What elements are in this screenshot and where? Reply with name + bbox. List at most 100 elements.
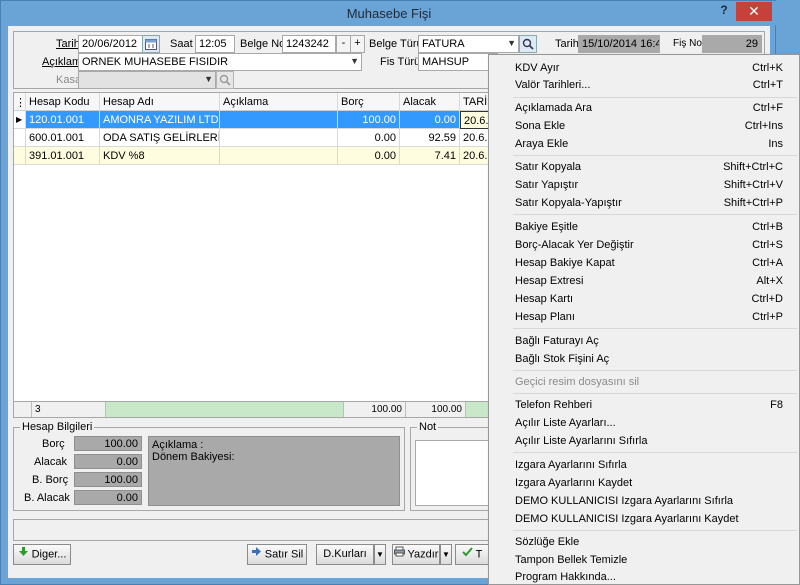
tamam-button[interactable]: T xyxy=(455,544,489,565)
diger-button[interactable]: Diger... xyxy=(13,544,71,565)
menu-item-satir-kopyala-yapistir[interactable]: Satır Kopyala-Yapıştır Shift+Ctrl+P xyxy=(489,194,799,211)
aciklama-select[interactable]: ORNEK MUHASEBE FISIDIR ▼ xyxy=(78,53,362,71)
menu-item-satir-kopyala[interactable]: Satır Kopyala Shift+Ctrl+C xyxy=(489,158,799,175)
menu-item-kdv-ayir[interactable]: KDV Ayır Ctrl+K xyxy=(489,59,799,76)
menu-shortcut: Ctrl+T xyxy=(752,79,783,91)
yazdir-button[interactable]: Yazdır xyxy=(392,544,440,565)
belge-no-input[interactable]: 1243242 xyxy=(282,35,336,53)
not-textarea[interactable] xyxy=(415,440,495,506)
close-button[interactable]: ✕ xyxy=(736,2,772,21)
menu-item-sozluge-ekle[interactable]: Sözlüğe Ekle xyxy=(489,533,799,550)
menu-item-bagli-stok-fisini-ac[interactable]: Bağlı Stok Fişini Aç xyxy=(489,350,799,367)
kasa-select: ▼ xyxy=(78,71,216,89)
menu-item-izgara-kaydet[interactable]: Izgara Ayarlarını Kaydet xyxy=(489,474,799,491)
menu-label: Program Hakkında... xyxy=(515,571,616,583)
belge-turu-select[interactable]: FATURA ▼ xyxy=(418,35,519,53)
menu-label: Telefon Rehberi xyxy=(515,399,593,411)
cell-hesap-adi[interactable]: ODA SATIŞ GELİRLERİ xyxy=(100,129,220,147)
menu-shortcut: Shift+Ctrl+V xyxy=(723,179,783,191)
menu-item-demo-izgara-sifirla[interactable]: DEMO KULLANICISI Izgara Ayarlarını Sıfır… xyxy=(489,492,799,509)
cell-borc[interactable]: 0.00 xyxy=(338,147,400,165)
saat-input[interactable]: 12:05 xyxy=(195,35,235,53)
cell-hesap-kodu[interactable]: 120.01.001 xyxy=(26,111,100,129)
belge-no-plus-button[interactable]: + xyxy=(350,35,365,53)
cell-borc[interactable]: 0.00 xyxy=(338,129,400,147)
menu-item-demo-izgara-kaydet[interactable]: DEMO KULLANICISI Izgara Ayarlarını Kayde… xyxy=(489,510,799,527)
menu-item-bagli-faturayi-ac[interactable]: Bağlı Faturayı Aç xyxy=(489,332,799,349)
cell-alacak[interactable]: 92.59 xyxy=(400,129,460,147)
chevron-down-icon: ▼ xyxy=(507,38,516,48)
cell-aciklama[interactable] xyxy=(220,129,338,147)
row-indicator xyxy=(14,147,26,165)
menu-item-telefon-rehberi[interactable]: Telefon Rehberi F8 xyxy=(489,396,799,413)
menu-item-valor-tarihleri[interactable]: Valör Tarihleri... Ctrl+T xyxy=(489,76,799,93)
cell-alacak[interactable]: 0.00 xyxy=(400,111,460,129)
grid-menu-icon[interactable]: ⋮ xyxy=(14,93,26,111)
menu-item-hesap-extresi[interactable]: Hesap Extresi Alt+X xyxy=(489,272,799,289)
yazdir-dropdown[interactable]: ▼ xyxy=(440,544,452,565)
col-alacak[interactable]: Alacak xyxy=(400,93,460,111)
menu-item-tampon-bellek-temizle[interactable]: Tampon Bellek Temizle xyxy=(489,551,799,568)
menu-item-sona-ekle[interactable]: Sona Ekle Ctrl+Ins xyxy=(489,117,799,134)
menu-item-izgara-sifirla[interactable]: Izgara Ayarlarını Sıfırla xyxy=(489,456,799,473)
menu-item-hesap-plani[interactable]: Hesap Planı Ctrl+P xyxy=(489,308,799,325)
menu-label: Geçici resim dosyasını sil xyxy=(515,376,640,388)
belge-turu-search-icon[interactable] xyxy=(519,35,537,53)
cell-aciklama[interactable] xyxy=(220,147,338,165)
menu-label: Sözlüğe Ekle xyxy=(515,536,580,548)
menu-label: Satır Kopyala xyxy=(515,161,582,173)
menu-item-gecici-resim-sil: Geçici resim dosyasını sil xyxy=(489,373,799,390)
menu-item-program-hakkinda[interactable]: Program Hakkında... xyxy=(489,568,799,585)
belge-turu-value: FATURA xyxy=(422,38,465,50)
col-aciklama[interactable]: Açıklama xyxy=(220,93,338,111)
not-title: Not xyxy=(417,421,439,433)
d-kurlari-dropdown[interactable]: ▼ xyxy=(374,544,386,565)
menu-label: Bağlı Stok Fişini Aç xyxy=(515,353,610,365)
menu-label: Açıklamada Ara xyxy=(515,102,593,114)
menu-shortcut: Ctrl+B xyxy=(752,221,783,233)
hesap-bilgileri-group: Hesap Bilgileri Borç 100.00 Alacak 0.00 … xyxy=(13,421,405,511)
menu-item-borc-alacak-yer-degistir[interactable]: Borç-Alacak Yer Değiştir Ctrl+S xyxy=(489,236,799,253)
col-hesap-kodu[interactable]: Hesap Kodu xyxy=(26,93,100,111)
saat-label: Saat xyxy=(170,38,193,50)
menu-item-acilir-liste-ayarlari[interactable]: Açılır Liste Ayarları... xyxy=(489,414,799,431)
cell-borc[interactable]: 100.00 xyxy=(338,111,400,129)
title-bar[interactable]: Muhasebe Fişi ? ✕ xyxy=(1,1,777,25)
fis-turu-label: Fis Türü xyxy=(380,56,421,68)
menu-separator xyxy=(513,370,797,371)
cell-hesap-kodu[interactable]: 391.01.001 xyxy=(26,147,100,165)
menu-shortcut: Shift+Ctrl+C xyxy=(723,161,783,173)
menu-item-bakiye-esitle[interactable]: Bakiye Eşitle Ctrl+B xyxy=(489,218,799,235)
col-borc[interactable]: Borç xyxy=(338,93,400,111)
not-group: Not xyxy=(410,421,496,511)
tarih2-label: Tarih xyxy=(555,38,579,50)
menu-item-araya-ekle[interactable]: Araya Ekle Ins xyxy=(489,135,799,152)
menu-shortcut: F8 xyxy=(770,399,783,411)
cell-aciklama[interactable] xyxy=(220,111,338,129)
d-kurlari-button[interactable]: D.Kurları xyxy=(316,544,374,565)
cell-hesap-adi[interactable]: KDV %8 xyxy=(100,147,220,165)
fis-turu-select[interactable]: MAHSUP xyxy=(418,53,498,71)
menu-shortcut: Ctrl+F xyxy=(752,102,783,114)
footer-alacak-total: 100.00 xyxy=(406,402,466,417)
col-hesap-adi[interactable]: Hesap Adı xyxy=(100,93,220,111)
belge-no-minus-button[interactable]: - xyxy=(336,35,351,53)
hb-b-alacak-value: 0.00 xyxy=(74,490,142,505)
tamam-label: T xyxy=(475,548,483,561)
menu-label: Açılır Liste Ayarları... xyxy=(515,417,616,429)
cell-hesap-kodu[interactable]: 600.01.001 xyxy=(26,129,100,147)
cell-hesap-adi[interactable]: AMONRA YAZILIM LTD xyxy=(100,111,220,129)
help-button[interactable]: ? xyxy=(713,3,735,21)
menu-label: Borç-Alacak Yer Değiştir xyxy=(515,239,634,251)
yazdir-label: Yazdır xyxy=(407,548,439,561)
menu-item-hesap-bakiye-kapat[interactable]: Hesap Bakiye Kapat Ctrl+A xyxy=(489,254,799,271)
satir-sil-button[interactable]: Satır Sil xyxy=(247,544,307,565)
cell-alacak[interactable]: 7.41 xyxy=(400,147,460,165)
menu-item-aciklamada-ara[interactable]: Açıklamada Ara Ctrl+F xyxy=(489,99,799,116)
calendar-icon[interactable] xyxy=(142,35,160,53)
menu-item-acilir-liste-sifirla[interactable]: Açılır Liste Ayarlarını Sıfırla xyxy=(489,432,799,449)
menu-item-hesap-karti[interactable]: Hesap Kartı Ctrl+D xyxy=(489,290,799,307)
menu-item-satir-yapistir[interactable]: Satır Yapıştır Shift+Ctrl+V xyxy=(489,176,799,193)
menu-label: Hesap Planı xyxy=(515,311,575,323)
menu-separator xyxy=(513,530,797,531)
